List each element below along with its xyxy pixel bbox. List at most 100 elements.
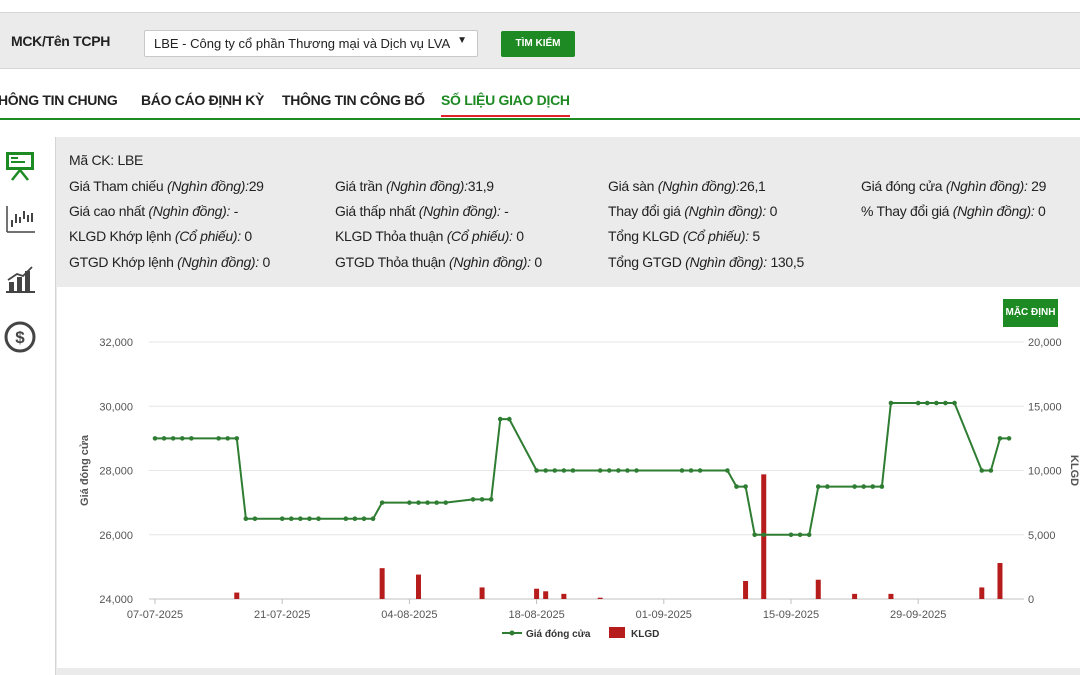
price-point [234,436,240,441]
tab-trading-data[interactable]: SỐ LIỆU GIAO DỊCH [441,92,570,117]
price-point [924,400,930,406]
info-field-unit: (Nghìn đồng): [418,203,501,219]
stock-code-field: Mã CK: LBE [69,152,144,168]
info-field-unit: (Cổ phiếu): [682,228,749,244]
price-point [616,468,621,473]
price-point [988,468,994,473]
volume-bar [379,568,385,599]
price-point [570,468,576,473]
x-tick-label: 01-09-2025 [636,609,692,621]
price-point [179,436,185,441]
info-field: GTGD Khớp lệnh (Nghìn đồng): 0 [69,254,270,270]
price-point [316,516,321,521]
info-field: KLGD Thỏa thuận (Cổ phiếu): 0 [335,228,524,244]
x-tick-label: 15-09-2025 [763,609,819,621]
price-point [688,468,694,473]
info-field-key: GTGD Thỏa thuận [335,254,450,270]
info-field: Giá cao nhất (Nghìn đồng): - [69,203,238,219]
price-point [625,468,630,473]
info-field-unit: (Nghìn đồng): [166,178,249,194]
price-point [915,400,921,406]
info-field-unit: (Nghìn đồng): [148,203,231,219]
info-field: Giá đóng cửa (Nghìn đồng): 29 [861,178,1046,194]
volume-bar [743,581,749,599]
y-tick-label: 26,000 [99,530,133,542]
bar-chart-icon[interactable] [3,262,37,296]
info-field-value: 0 [1034,203,1046,219]
price-point [225,436,230,441]
price-point [252,516,258,521]
price-point [788,532,794,538]
price-point [470,497,476,502]
stock-info: Mã CK: LBE Giá Tham chiếu (Nghìn đồng):2… [56,137,1080,287]
price-point [361,516,367,521]
price-point [861,484,866,489]
tab-general-info[interactable]: HÔNG TIN CHUNG [0,92,118,108]
info-field-unit: (Nghìn đồng): [177,254,259,270]
price-point [416,500,421,505]
dollar-icon[interactable]: $ [3,320,37,354]
y2-tick-label: 0 [1028,594,1034,606]
price-line [155,402,1010,536]
info-field: Tổng GTGD (Nghìn đồng): 130,5 [608,254,804,270]
info-field-value: 0 [240,228,252,244]
price-point [497,416,503,422]
price-point [407,500,412,505]
price-point [725,468,730,473]
search-label: MCK/Tên TCPH [11,33,111,49]
price-point [879,484,885,489]
price-point [434,500,439,505]
price-point [152,436,158,441]
volume-bar [888,593,894,599]
info-field-unit: (Nghìn đồng): [684,203,766,219]
price-point [189,436,194,441]
info-field-key: Giá thấp nhất [335,203,419,219]
y-tick-label: 28,000 [99,466,133,478]
info-field-unit: (Nghìn đồng): [449,254,531,270]
info-field-value: 130,5 [766,254,804,270]
price-point [479,497,485,502]
price-point [815,484,821,489]
info-field-key: Giá sàn [608,178,658,194]
price-point [425,500,430,505]
info-field-value: 0 [258,254,270,270]
volume-bar [234,592,240,599]
info-field-unit: (Nghìn đồng): [386,178,468,194]
search-button[interactable]: TÌM KIẾM [501,31,575,57]
info-field: GTGD Thỏa thuận (Nghìn đồng): 0 [335,254,542,270]
volume-bar [597,597,603,599]
info-field-value: 0 [765,203,778,219]
info-field-key: KLGD Khớp lệnh [69,228,175,244]
info-field-key: Giá Tham chiếu [69,178,167,194]
presentation-icon[interactable] [3,148,37,182]
company-select[interactable]: LBE - Công ty cổ phần Thương mại và Dịch… [144,30,478,57]
tab-periodic-reports[interactable]: BÁO CÁO ĐỊNH KỲ [141,92,264,108]
info-field-value: - [500,203,509,219]
y-tick-label: 24,000 [99,594,133,606]
price-point [634,468,639,473]
price-point [216,436,221,441]
candlestick-icon[interactable] [3,202,37,236]
volume-bar [979,587,985,599]
x-tick-label: 04-08-2025 [381,609,437,621]
info-field-value: 29 [248,178,264,194]
default-button[interactable]: MẶC ĐỊNH [1003,299,1058,327]
info-field-value: 0 [530,254,542,270]
price-point [870,484,876,489]
price-point [243,516,249,521]
price-volume-chart: 24,000 26,000 28,000 30,000 32,000 0 5,000 10,0… [79,337,1080,640]
price-point [561,468,567,473]
price-point [952,400,957,406]
legend-bar-label: KLGD [631,629,659,640]
info-field-value: 0 [512,228,524,244]
volume-bar [561,593,567,599]
price-point [997,436,1003,441]
info-field: KLGD Khớp lệnh (Cổ phiếu): 0 [69,228,252,244]
info-field-key: Giá trần [335,178,386,194]
price-point [543,468,548,473]
price-point [697,468,703,473]
legend-line-label: Giá đóng cửa [526,629,591,640]
tab-disclosures[interactable]: THÔNG TIN CÔNG BỐ [282,92,425,108]
price-point [1006,436,1012,441]
info-field-unit: (Nghìn đồng): [952,203,1035,219]
